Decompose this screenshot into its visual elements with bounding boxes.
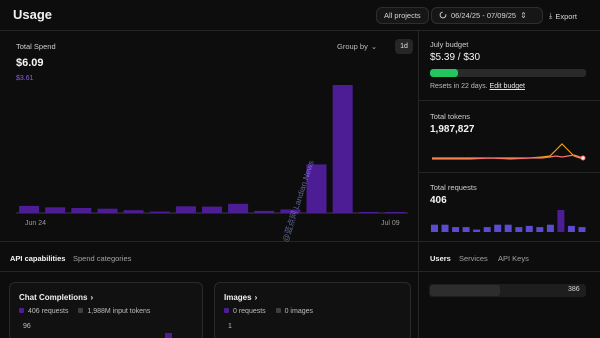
chat-completions-legend: 406 requests 1,988M input tokens	[19, 308, 150, 315]
group-by-dropdown[interactable]: Group by ⌄	[337, 42, 377, 51]
images-title: Images	[224, 293, 252, 302]
chevron-right-icon: ›	[90, 293, 94, 302]
spend-bar[interactable]	[202, 206, 222, 213]
spend-bar[interactable]	[332, 85, 353, 213]
x-axis-end-label: Jul 09	[381, 220, 400, 227]
images-y-top: 1	[228, 323, 232, 330]
requests-bar	[546, 224, 554, 232]
requests-bar	[525, 225, 533, 232]
right-column-divider	[418, 30, 419, 338]
total-spend-value: $6.09	[16, 57, 44, 69]
group-by-label: Group by	[337, 42, 368, 51]
total-tokens-label: Total tokens	[430, 112, 471, 121]
budget-value: $5.39 / $30	[430, 52, 481, 63]
spend-max-label: $3.61	[16, 75, 34, 82]
chat-completions-title: Chat Completions	[19, 293, 88, 302]
requests-bar	[431, 224, 438, 232]
spend-bar[interactable]	[175, 206, 196, 213]
budget-label: July budget	[430, 40, 469, 49]
images-legend: 0 requests 0 images	[224, 308, 313, 315]
spend-bar[interactable]	[19, 205, 40, 213]
requests-divider	[419, 241, 600, 242]
requests-bar	[452, 227, 460, 232]
requests-bar	[557, 210, 565, 232]
tab-services[interactable]: Services	[459, 254, 488, 263]
download-icon: ⤓	[549, 11, 553, 20]
tokens-divider	[419, 172, 600, 173]
user-row-count: 386	[568, 286, 580, 293]
total-tokens-value: 1,987,827	[430, 124, 475, 135]
requests-bar	[567, 225, 575, 232]
legend-swatch-requests	[19, 308, 24, 313]
total-requests-value: 406	[430, 195, 447, 206]
spend-section-divider	[0, 241, 418, 242]
all-projects-button[interactable]: All projects	[376, 7, 429, 24]
total-requests-label: Total requests	[430, 183, 477, 192]
tokens-last-point	[580, 155, 586, 161]
tab-api-keys[interactable]: API Keys	[498, 254, 529, 263]
requests-bar	[483, 227, 491, 232]
images-count: 0 images	[284, 308, 313, 315]
spend-bar[interactable]	[71, 208, 92, 213]
chevron-right-icon: ›	[254, 293, 258, 302]
date-range-picker[interactable]: 06/24/25 - 07/09/25 ⇕	[431, 7, 543, 24]
tab-api-capabilities[interactable]: API capabilities	[10, 254, 65, 263]
header-divider	[0, 30, 600, 31]
date-range-label: 06/24/25 - 07/09/25	[451, 11, 517, 20]
requests-bar	[536, 227, 544, 232]
spend-bar[interactable]	[123, 210, 144, 213]
chat-y-top: 96	[23, 323, 31, 330]
user-row-bar	[430, 285, 500, 296]
spend-bar[interactable]	[358, 212, 379, 213]
spend-bar[interactable]	[97, 208, 118, 213]
requests-bar	[515, 227, 523, 232]
budget-progress-bar	[430, 69, 586, 77]
chat-completions-card[interactable]: Chat Completions › 406 requests 1,988M i…	[9, 282, 203, 338]
chevron-updown-icon: ⇕	[520, 11, 527, 20]
requests-chart	[431, 210, 586, 232]
page-title: Usage	[13, 7, 53, 22]
spend-bar[interactable]	[384, 212, 405, 213]
total-spend-label: Total Spend	[16, 42, 56, 51]
requests-bar	[494, 224, 502, 232]
all-projects-label: All projects	[384, 11, 421, 20]
tab-users[interactable]: Users	[430, 254, 451, 263]
budget-divider	[419, 100, 600, 101]
requests-bar	[473, 229, 481, 232]
requests-bar	[462, 227, 470, 232]
tabs-divider	[0, 271, 600, 272]
tab-spend-categories[interactable]: Spend categories	[73, 254, 131, 263]
legend-swatch-requests	[224, 308, 229, 313]
export-button[interactable]: ⤓ Export	[549, 11, 577, 21]
images-requests: 0 requests	[233, 308, 266, 315]
chat-bar	[165, 333, 172, 338]
budget-reset-text: Resets in 22 days.	[430, 83, 488, 90]
legend-swatch-images	[275, 308, 281, 313]
spend-bar[interactable]	[228, 203, 249, 213]
calendar-icon	[439, 11, 447, 21]
x-axis-start-label: Jun 24	[25, 220, 47, 227]
chat-requests: 406 requests	[28, 308, 69, 315]
spend-bar[interactable]	[45, 207, 66, 213]
export-label: Export	[555, 11, 578, 21]
tokens-sparkline	[432, 143, 586, 161]
chat-completions-title-row: Chat Completions ›	[19, 293, 93, 302]
spend-chart	[16, 85, 408, 214]
requests-bar	[441, 224, 449, 232]
requests-bar	[504, 224, 512, 232]
spend-bar[interactable]	[254, 210, 275, 213]
budget-progress-fill	[430, 69, 459, 77]
legend-swatch-tokens	[78, 308, 84, 313]
budget-reset-text-row: Resets in 22 days. Edit budget	[430, 83, 525, 90]
chat-tokens: 1,988M input tokens	[87, 308, 151, 315]
tokens-line-orange	[432, 143, 584, 159]
requests-bar	[578, 227, 586, 232]
edit-budget-link[interactable]: Edit budget	[490, 83, 525, 90]
interval-1d-button[interactable]: 1d	[395, 39, 413, 54]
images-title-row: Images ›	[224, 293, 257, 302]
chevron-down-icon: ⌄	[370, 42, 378, 51]
images-card[interactable]: Images › 0 requests 0 images 1	[214, 282, 411, 338]
spend-bar[interactable]	[149, 211, 170, 213]
